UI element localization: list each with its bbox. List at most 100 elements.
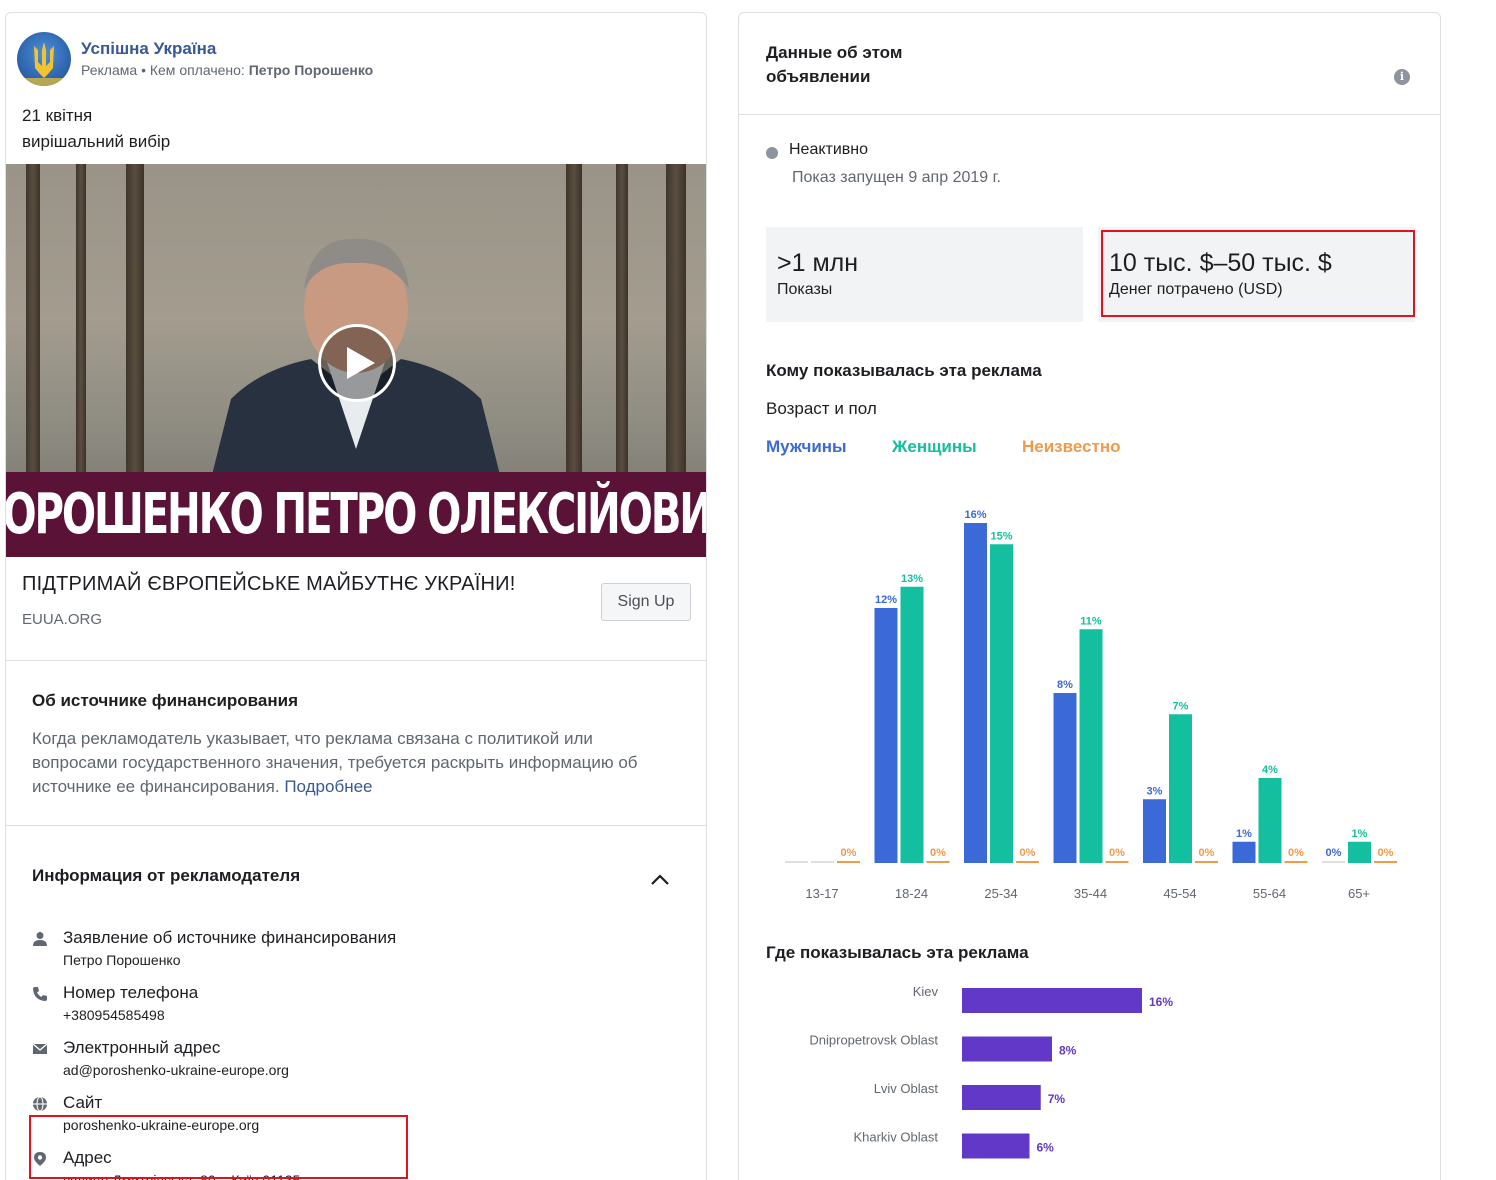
audience-title: Кому показывалась эта реклама bbox=[766, 361, 1042, 380]
bar-data-label: 1% bbox=[1236, 828, 1252, 840]
ad-data-header: Данные об этом объявлении i bbox=[739, 13, 1440, 115]
sponsor-line: Реклама • Кем оплачено: Петро Порошенко bbox=[81, 60, 373, 80]
bar-data-label: 0% bbox=[841, 847, 857, 859]
background-tree bbox=[666, 164, 686, 477]
link-title[interactable]: ПІДТРИМАЙ ЄВРОПЕЙСЬКЕ МАЙБУТНЄ УКРАЇНИ! bbox=[22, 573, 515, 596]
phone-icon bbox=[33, 987, 47, 1001]
age-tick-label: 25-34 bbox=[984, 886, 1017, 901]
bar-65+-1 bbox=[1348, 841, 1371, 863]
ad-preview-card: Успішна Україна Реклама • Кем оплачено: … bbox=[5, 12, 707, 1180]
bar-35-44-1 bbox=[1079, 629, 1103, 863]
region-chart: Kiev 16% Dnipropetrovsk Oblast 8% Lviv Oblas… bbox=[809, 984, 1173, 1159]
video-banner-text: ПОРОШЕНКО ПЕТРО ОЛЕКСІЙОВИЧ bbox=[6, 482, 707, 547]
age-tick-label: 55-64 bbox=[1253, 886, 1286, 901]
bar-data-label: 13% bbox=[901, 573, 923, 585]
bar-55-64-2 bbox=[1284, 861, 1308, 863]
region-value-label: 8% bbox=[1059, 1044, 1077, 1058]
bar-55-64-1 bbox=[1258, 778, 1282, 863]
paid-by-name: Петро Порошенко bbox=[248, 62, 374, 78]
info-label: Электронный адрес bbox=[63, 1038, 221, 1057]
separator-dot: • bbox=[141, 62, 150, 78]
bar-data-label: 15% bbox=[990, 530, 1012, 542]
sponsored-label: Реклама bbox=[81, 62, 138, 78]
background-tree bbox=[26, 164, 40, 477]
info-value: +380954585498 bbox=[63, 1007, 165, 1023]
bar-35-44-2 bbox=[1105, 861, 1129, 863]
bar-data-label: 0% bbox=[1326, 847, 1342, 859]
region-value-label: 16% bbox=[1149, 995, 1173, 1009]
age-tick-label: 13-17 bbox=[805, 886, 838, 901]
info-value: Петро Порошенко bbox=[63, 952, 181, 968]
page-avatar[interactable] bbox=[17, 32, 71, 86]
bar-25-34-0 bbox=[964, 523, 987, 863]
bar-data-label: 0% bbox=[1109, 847, 1125, 859]
bar-data-label: 7% bbox=[1173, 700, 1189, 712]
bar-data-label: 0% bbox=[930, 847, 946, 859]
trident-emblem-icon bbox=[25, 42, 63, 86]
impressions-box: >1 млн Показы bbox=[766, 227, 1083, 322]
funding-title: Об источнике финансирования bbox=[32, 691, 298, 710]
region-label: Lviv Oblast bbox=[874, 1081, 939, 1096]
page-name-link[interactable]: Успішна Україна bbox=[81, 38, 373, 60]
address-highlight-box bbox=[29, 1115, 408, 1179]
bar-data-label: 0% bbox=[1288, 847, 1304, 859]
bar-data-label: 8% bbox=[1057, 679, 1073, 691]
bar-45-54-2 bbox=[1195, 861, 1218, 863]
funding-body: Когда рекламодатель указывает, что рекла… bbox=[32, 727, 672, 799]
globe-icon bbox=[33, 1096, 47, 1112]
bar-25-34-2 bbox=[1016, 861, 1039, 863]
spend-highlight-box bbox=[1101, 230, 1415, 317]
region-bar-2 bbox=[962, 1085, 1041, 1110]
region-label: Dnipropetrovsk Oblast bbox=[809, 1033, 938, 1048]
sign-up-button[interactable]: Sign Up bbox=[601, 583, 691, 621]
post-header: Успішна Україна Реклама • Кем оплачено: … bbox=[17, 31, 373, 87]
person-icon bbox=[33, 932, 47, 946]
link-domain: EUUA.ORG bbox=[22, 611, 103, 628]
video-name-banner: ПОРОШЕНКО ПЕТРО ОЛЕКСІЙОВИЧ bbox=[6, 472, 707, 557]
bar-13-17-1 bbox=[811, 861, 834, 863]
background-tree bbox=[566, 164, 582, 477]
bar-13-17-2 bbox=[837, 861, 860, 863]
status-text: Неактивно bbox=[789, 141, 869, 158]
bar-data-label: 16% bbox=[964, 509, 986, 521]
bar-18-24-1 bbox=[900, 586, 924, 863]
learn-more-link[interactable]: Подробнее bbox=[284, 777, 372, 796]
link-preview[interactable]: ПІДТРИМАЙ ЄВРОПЕЙСЬКЕ МАЙБУТНЄ УКРАЇНИ! … bbox=[6, 557, 706, 661]
region-bar-0 bbox=[962, 988, 1142, 1013]
info-label: Заявление об источнике финансирования bbox=[63, 928, 397, 947]
region-value-label: 7% bbox=[1048, 1092, 1066, 1106]
info-value: ad@poroshenko-ukraine-europe.org bbox=[63, 1062, 289, 1078]
bar-data-label: 4% bbox=[1262, 764, 1278, 776]
info-icon[interactable]: i bbox=[1394, 69, 1410, 85]
background-tree bbox=[126, 164, 144, 477]
background-tree bbox=[616, 164, 628, 477]
post-text-line: вирішальний вибір bbox=[22, 132, 171, 151]
bar-35-44-0 bbox=[1053, 693, 1077, 863]
bar-data-label: 1% bbox=[1352, 828, 1368, 840]
age-gender-title: Возраст и пол bbox=[766, 399, 877, 418]
bar-data-label: 12% bbox=[875, 594, 897, 606]
region-label: Kiev bbox=[913, 984, 939, 999]
impressions-label: Показы bbox=[777, 281, 833, 298]
started-date: Показ запущен 9 апр 2019 г. bbox=[792, 169, 1001, 186]
impressions-value: >1 млн bbox=[777, 249, 859, 277]
bar-65+-2 bbox=[1374, 861, 1397, 863]
info-label: Номер телефона bbox=[63, 983, 199, 1002]
info-label: Сайт bbox=[63, 1093, 103, 1112]
age-tick-label: 35-44 bbox=[1074, 886, 1107, 901]
ad-data-card: Данные об этом объявлении i Неактивно По… bbox=[738, 12, 1441, 1180]
bar-18-24-2 bbox=[926, 861, 950, 863]
ad-data-title: Данные об этом объявлении bbox=[766, 43, 903, 86]
bar-13-17-0 bbox=[785, 861, 808, 863]
region-bar-3 bbox=[962, 1133, 1030, 1159]
funding-source-section: Об источнике финансирования Когда реклам… bbox=[6, 661, 706, 826]
paid-by-label: Кем оплачено: bbox=[149, 62, 245, 78]
legend-men[interactable]: Мужчины bbox=[766, 437, 847, 457]
legend-women[interactable]: Женщины bbox=[892, 437, 977, 457]
bar-45-54-1 bbox=[1169, 714, 1192, 863]
legend-unknown[interactable]: Неизвестно bbox=[1022, 437, 1121, 457]
ad-video[interactable]: ПОРОШЕНКО ПЕТРО ОЛЕКСІЙОВИЧ bbox=[6, 164, 707, 557]
play-button[interactable] bbox=[318, 324, 396, 402]
chevron-up-icon[interactable] bbox=[649, 871, 671, 887]
region-label: Kharkiv Oblast bbox=[853, 1130, 938, 1145]
